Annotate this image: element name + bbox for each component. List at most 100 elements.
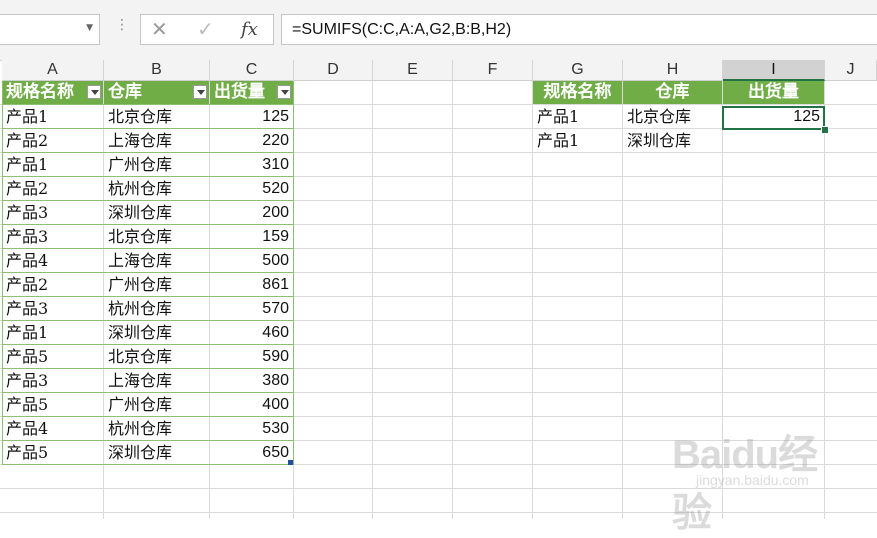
table1-cell[interactable]: 杭州仓库 bbox=[104, 417, 209, 440]
enter-icon[interactable]: ✓ bbox=[197, 17, 214, 41]
table1-cell[interactable]: 380 bbox=[210, 369, 293, 392]
table1-cell[interactable]: 深圳仓库 bbox=[104, 321, 209, 344]
table1-cell[interactable]: 861 bbox=[210, 273, 293, 296]
table1-cell[interactable]: 200 bbox=[210, 201, 293, 224]
table1-cell[interactable]: 杭州仓库 bbox=[104, 177, 209, 200]
table1-cell[interactable]: 530 bbox=[210, 417, 293, 440]
filter-dropdown-icon[interactable] bbox=[277, 85, 291, 99]
table2-header-cell[interactable]: 仓库 bbox=[623, 81, 722, 104]
table2-cell[interactable] bbox=[723, 129, 824, 152]
table1-cell-text: 380 bbox=[262, 372, 289, 389]
table1-cell-text: 产品3 bbox=[6, 371, 49, 390]
table1-header-cell-text: 规格名称 bbox=[6, 82, 74, 102]
column-header-b[interactable]: B bbox=[104, 60, 210, 81]
table1-row-border bbox=[2, 296, 294, 297]
table1-cell-text: 上海仓库 bbox=[108, 371, 173, 390]
table1-cell[interactable]: 深圳仓库 bbox=[104, 441, 209, 464]
table1-cell[interactable]: 产品2 bbox=[2, 177, 103, 200]
table1-cell-text: 125 bbox=[262, 108, 289, 125]
table1-cell[interactable]: 产品4 bbox=[2, 249, 103, 272]
table1-cell[interactable]: 产品3 bbox=[2, 297, 103, 320]
filter-dropdown-icon[interactable] bbox=[193, 85, 207, 99]
table1-cell[interactable]: 650 bbox=[210, 441, 293, 464]
table2-header-cell-text: 规格名称 bbox=[543, 82, 612, 102]
insert-function-icon[interactable]: fx bbox=[241, 19, 258, 40]
table2-cell[interactable]: 深圳仓库 bbox=[623, 129, 722, 152]
table1-cell[interactable]: 广州仓库 bbox=[104, 153, 209, 176]
table1-cell[interactable]: 220 bbox=[210, 129, 293, 152]
table1-cell-text: 570 bbox=[262, 300, 289, 317]
column-header-h[interactable]: H bbox=[623, 60, 723, 81]
table1-cell-text: 861 bbox=[262, 276, 289, 293]
table1-cell[interactable]: 590 bbox=[210, 345, 293, 368]
table1-cell[interactable]: 广州仓库 bbox=[104, 393, 209, 416]
table1-cell[interactable]: 400 bbox=[210, 393, 293, 416]
table1-cell-text: 广州仓库 bbox=[108, 155, 173, 174]
table1-cell[interactable]: 125 bbox=[210, 105, 293, 128]
table1-cell[interactable]: 460 bbox=[210, 321, 293, 344]
cancel-icon[interactable]: ✕ bbox=[151, 17, 168, 41]
column-header-g[interactable]: G bbox=[533, 60, 623, 81]
column-header-a[interactable]: A bbox=[2, 60, 104, 81]
table1-header-cell[interactable]: 规格名称 bbox=[2, 81, 103, 104]
table1-cell[interactable]: 上海仓库 bbox=[104, 369, 209, 392]
table1-cell-text: 产品4 bbox=[6, 251, 49, 270]
table1-cell[interactable]: 广州仓库 bbox=[104, 273, 209, 296]
table1-row-border bbox=[2, 104, 294, 105]
table1-cell[interactable]: 产品5 bbox=[2, 441, 103, 464]
table2-header-cell[interactable]: 出货量 bbox=[723, 81, 824, 104]
table1-cell[interactable]: 570 bbox=[210, 297, 293, 320]
formula-input[interactable]: =SUMIFS(C:C,A:A,G2,B:B,H2) bbox=[281, 14, 877, 45]
table1-cell[interactable]: 159 bbox=[210, 225, 293, 248]
table1-cell[interactable]: 杭州仓库 bbox=[104, 297, 209, 320]
column-header-f[interactable]: F bbox=[453, 60, 533, 81]
table1-cell[interactable]: 上海仓库 bbox=[104, 129, 209, 152]
table1-cell-text: 220 bbox=[262, 132, 289, 149]
table2-cell[interactable]: 产品1 bbox=[533, 105, 622, 128]
table2-cell[interactable]: 北京仓库 bbox=[623, 105, 722, 128]
table1-cell[interactable]: 产品3 bbox=[2, 369, 103, 392]
table2-cell-text: 产品1 bbox=[537, 107, 580, 126]
table1-cell[interactable]: 产品2 bbox=[2, 129, 103, 152]
table1-cell[interactable]: 北京仓库 bbox=[104, 225, 209, 248]
chevron-down-icon[interactable]: ▼ bbox=[86, 23, 93, 33]
name-box[interactable]: ▼ bbox=[0, 14, 100, 45]
table1-cell[interactable]: 产品2 bbox=[2, 273, 103, 296]
table1-cell[interactable]: 深圳仓库 bbox=[104, 201, 209, 224]
table1-cell[interactable]: 310 bbox=[210, 153, 293, 176]
table1-cell[interactable]: 产品3 bbox=[2, 201, 103, 224]
column-header-j[interactable]: J bbox=[825, 60, 877, 81]
table1-cell[interactable]: 产品1 bbox=[2, 321, 103, 344]
table1-cell[interactable]: 500 bbox=[210, 249, 293, 272]
column-header-i[interactable]: I bbox=[723, 60, 825, 81]
table1-cell[interactable]: 上海仓库 bbox=[104, 249, 209, 272]
column-header-d[interactable]: D bbox=[294, 60, 373, 81]
table1-cell-text: 产品2 bbox=[6, 131, 49, 150]
table1-header-cell[interactable]: 出货量 bbox=[210, 81, 293, 104]
table1-row-border bbox=[2, 128, 294, 129]
table1-row-border bbox=[2, 248, 294, 249]
table1-cell[interactable]: 产品1 bbox=[2, 105, 103, 128]
fill-handle[interactable] bbox=[821, 126, 829, 134]
table1-row-border bbox=[2, 344, 294, 345]
formula-bar: ▼ ⋮ ✕ ✓ fx =SUMIFS(C:C,A:A,G2,B:B,H2) bbox=[0, 0, 877, 61]
table2-header-cell[interactable]: 规格名称 bbox=[533, 81, 622, 104]
table1-cell[interactable]: 产品5 bbox=[2, 345, 103, 368]
table1-cell[interactable]: 520 bbox=[210, 177, 293, 200]
table1-cell[interactable]: 产品3 bbox=[2, 225, 103, 248]
table1-cell[interactable]: 北京仓库 bbox=[104, 345, 209, 368]
column-header-e[interactable]: E bbox=[373, 60, 453, 81]
table2-header-cell-text: 仓库 bbox=[655, 82, 690, 102]
drag-handle-icon[interactable]: ⋮ bbox=[115, 18, 129, 32]
table2-cell[interactable]: 产品1 bbox=[533, 129, 622, 152]
table1-cell-text: 杭州仓库 bbox=[108, 419, 173, 438]
table1-row-border bbox=[2, 152, 294, 153]
table1-cell[interactable]: 产品4 bbox=[2, 417, 103, 440]
column-header-c[interactable]: C bbox=[210, 60, 294, 81]
table-resize-handle[interactable] bbox=[288, 460, 293, 465]
table1-header-cell[interactable]: 仓库 bbox=[104, 81, 209, 104]
filter-dropdown-icon[interactable] bbox=[87, 85, 101, 99]
table1-cell[interactable]: 北京仓库 bbox=[104, 105, 209, 128]
table1-cell[interactable]: 产品1 bbox=[2, 153, 103, 176]
table1-cell[interactable]: 产品5 bbox=[2, 393, 103, 416]
